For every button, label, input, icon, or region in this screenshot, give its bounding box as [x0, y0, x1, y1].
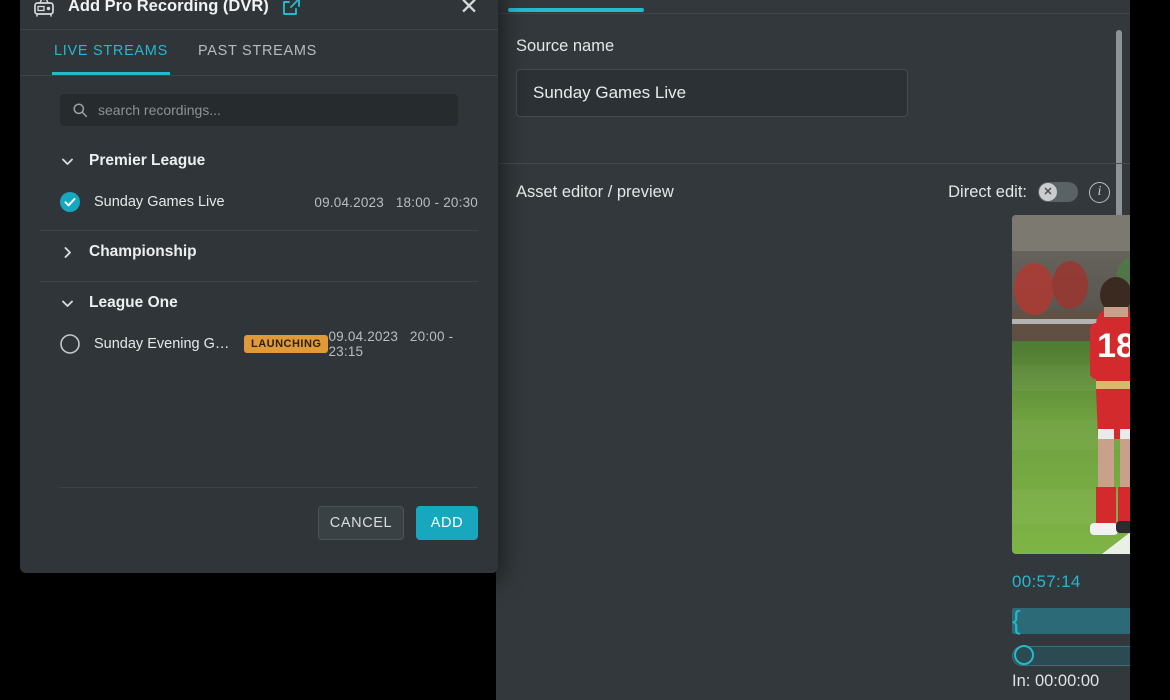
tab-past-streams[interactable]: PAST STREAMS [196, 30, 319, 75]
unchecked-circle-icon[interactable] [60, 334, 80, 354]
open-in-new-icon[interactable] [281, 0, 301, 17]
group-premier-league: Premier League Sunday Games Live 09.04.2… [20, 140, 498, 231]
selection-track[interactable] [1012, 608, 1130, 634]
search-icon [72, 102, 88, 118]
dialog-header: Add Pro Recording (DVR) ✕ [20, 0, 498, 30]
panel-tab-bar [496, 0, 1130, 14]
recording-name: Sunday Evening Gam... [94, 336, 234, 352]
timeline-in-handle[interactable]: { [1012, 606, 1021, 634]
timeline: { [1012, 604, 1130, 666]
toggle-knob-off-icon: ✕ [1039, 183, 1057, 201]
group-header-league-one[interactable]: League One [40, 282, 478, 324]
active-tab-indicator [508, 8, 644, 12]
source-name-block: Source name [496, 15, 1130, 143]
chevron-right-icon [60, 244, 76, 260]
group-header-premier-league[interactable]: Premier League [40, 140, 478, 182]
app-root: Source name Asset editor / preview Direc… [0, 0, 1170, 700]
recording-date: 09.04.2023 [328, 329, 399, 344]
recording-time: 18:00 - 20:30 [395, 194, 478, 210]
in-value: 00:00:00 [1034, 672, 1100, 690]
svg-text:18: 18 [1097, 327, 1130, 365]
search-input[interactable] [98, 102, 446, 118]
direct-edit-label: Direct edit: [948, 182, 1027, 201]
search-area [20, 76, 498, 140]
current-timecode: 00:57:14 [1012, 572, 1081, 591]
panel-divider [496, 163, 1130, 164]
group-championship: Championship [20, 231, 498, 282]
recording-date: 09.04.2023 [314, 194, 384, 210]
info-icon[interactable]: i [1089, 181, 1110, 203]
group-header-championship[interactable]: Championship [40, 231, 478, 273]
group-name: Premier League [89, 152, 206, 169]
in-timecode: In: 00:00:00 [1012, 672, 1130, 691]
tab-live-streams[interactable]: LIVE STREAMS [52, 30, 170, 75]
close-icon[interactable]: ✕ [456, 0, 482, 20]
add-pro-recording-dialog: Add Pro Recording (DVR) ✕ LIVE STREAMS P… [20, 0, 498, 573]
asset-editor-panel: Source name Asset editor / preview Direc… [496, 0, 1130, 700]
dialog-footer: CANCEL ADD [20, 492, 498, 554]
group-name: Championship [89, 243, 197, 260]
dialog-tabs: LIVE STREAMS PAST STREAMS [20, 30, 498, 76]
recording-meta: 09.04.2023 20:00 - 23:15 [328, 329, 478, 359]
checked-circle-icon[interactable] [60, 192, 80, 212]
list-item[interactable]: Sunday Games Live 09.04.2023 18:00 - 20:… [40, 182, 478, 222]
search-box[interactable] [60, 94, 458, 126]
chevron-down-icon [60, 295, 76, 311]
in-label: In: [1012, 672, 1031, 690]
cancel-button[interactable]: CANCEL [318, 506, 404, 540]
add-button[interactable]: ADD [416, 506, 478, 540]
video-preview[interactable]: 18 [1012, 215, 1130, 554]
source-name-input[interactable] [516, 69, 908, 117]
asset-editor-title: Asset editor / preview [516, 182, 674, 201]
dvr-camera-icon [32, 0, 58, 18]
recording-meta: 09.04.2023 18:00 - 20:30 [314, 195, 478, 210]
range-handle-left[interactable] [1014, 645, 1034, 665]
list-item[interactable]: Sunday Evening Gam... LAUNCHING 09.04.20… [40, 324, 478, 364]
direct-edit-toggle[interactable]: ✕ [1038, 182, 1078, 202]
group-name: League One [89, 294, 178, 311]
chevron-down-icon [60, 153, 76, 169]
footer-divider [60, 487, 478, 488]
transport-controls: 00:57:14 [1012, 562, 1130, 602]
asset-editor-header: Asset editor / preview Direct edit: ✕ i [496, 176, 1130, 208]
group-league-one: League One Sunday Evening Gam... LAUNCHI… [20, 282, 498, 364]
timecode-readout: In: 00:00:00 Selection: 00:57:14 Out: 00… [1012, 672, 1130, 691]
recording-name: Sunday Games Live [94, 194, 225, 210]
status-badge: LAUNCHING [243, 335, 329, 353]
direct-edit-controls: Direct edit: ✕ i [948, 181, 1110, 203]
source-name-label: Source name [516, 37, 615, 55]
dialog-title: Add Pro Recording (DVR) [68, 0, 269, 15]
